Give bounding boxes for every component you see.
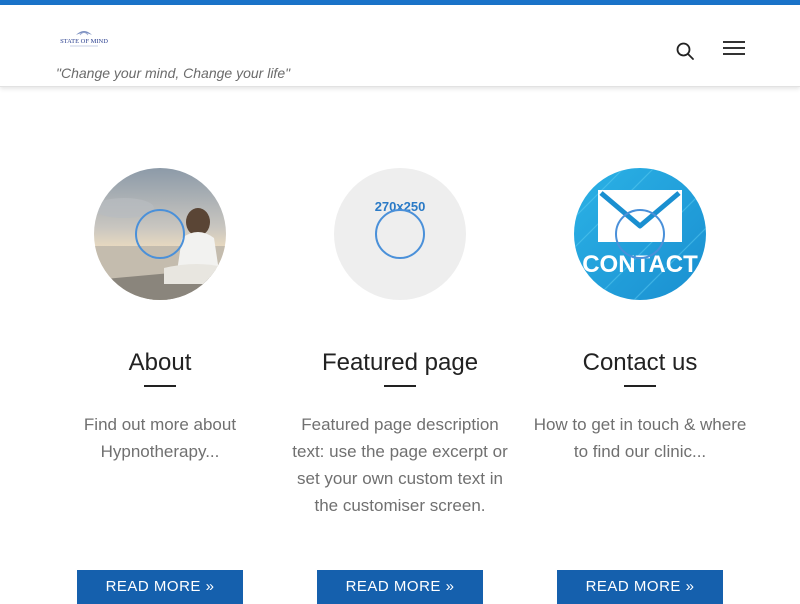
hover-ring: [375, 209, 425, 259]
search-icon: [676, 42, 694, 60]
title-divider: [624, 385, 656, 387]
svg-text:STATE OF MIND: STATE OF MIND: [60, 38, 108, 45]
site-logo[interactable]: STATE OF MIND: [56, 25, 112, 51]
title-divider: [384, 385, 416, 387]
site-header: STATE OF MIND "Change your mind, Change …: [0, 5, 800, 87]
card-description: Featured page description text: use the …: [292, 415, 508, 515]
menu-button[interactable]: [723, 41, 747, 61]
search-button[interactable]: [674, 40, 696, 62]
logo-icon: STATE OF MIND: [60, 31, 108, 47]
read-more-button[interactable]: READ MORE »: [557, 570, 723, 604]
read-more-button[interactable]: READ MORE »: [77, 570, 243, 604]
site-tagline: "Change your mind, Change your life": [56, 65, 291, 81]
card-image-featured[interactable]: 270x250: [334, 168, 466, 300]
card-description: How to get in touch & where to find our …: [533, 415, 747, 461]
title-divider: [144, 385, 176, 387]
hamburger-icon: [723, 41, 745, 43]
card-image-contact[interactable]: CONTACT: [574, 168, 706, 300]
card-title: About: [128, 349, 192, 376]
card-title: Featured page: [321, 349, 479, 376]
hover-ring: [135, 209, 185, 259]
hover-ring: [615, 209, 665, 259]
card-image-about[interactable]: [94, 168, 226, 300]
card-description: Find out more about Hypnotherapy...: [83, 415, 237, 461]
card-title: Contact us: [582, 349, 698, 376]
read-more-button[interactable]: READ MORE »: [317, 570, 483, 604]
